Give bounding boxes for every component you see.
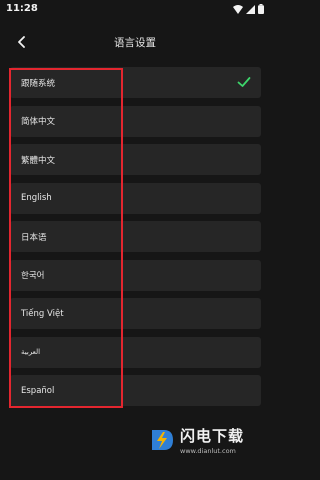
status-bar: 11:28 [0,0,270,18]
wifi-icon [233,4,243,14]
language-option-korean[interactable]: 한국어 [10,259,261,291]
language-label: العربية [21,348,41,356]
language-option-english[interactable]: English [10,182,261,214]
status-time: 11:28 [6,3,38,14]
watermark: 闪电下载 www.dianlut.com [148,420,263,460]
language-label: 한국어 [21,271,45,281]
language-label: 简体中文 [21,117,56,127]
language-option-vietnamese[interactable]: Tiếng Việt [10,298,261,329]
watermark-brand: 闪电下载 [180,427,245,445]
language-option-arabic[interactable]: العربية [10,336,261,368]
status-icons [233,4,264,14]
watermark-url: www.dianlut.com [180,447,236,455]
language-label: Español [21,385,55,396]
language-option-simplified-chinese[interactable]: 简体中文 [10,105,261,137]
checkmark-icon [237,77,251,87]
language-option-follow-system[interactable]: 跟随系统 [10,67,261,98]
language-option-japanese[interactable]: 日本语 [10,221,261,252]
language-option-traditional-chinese[interactable]: 繁體中文 [10,144,261,175]
language-list: 跟随系统 简体中文 繁體中文 English 日本语 한국어 Tiếng Việ… [10,67,261,414]
language-option-spanish[interactable]: Español [10,375,261,406]
language-label: English [21,193,52,203]
battery-icon [258,4,264,14]
signal-icon [246,4,255,14]
language-label: 日本语 [21,232,47,243]
language-label: Tiếng Việt [21,308,64,319]
lightning-logo-icon [152,430,173,450]
language-label: 跟随系统 [21,78,56,89]
header: 语言设置 [0,28,270,56]
page-title: 语言设置 [114,37,156,49]
language-label: 繁體中文 [21,155,56,166]
